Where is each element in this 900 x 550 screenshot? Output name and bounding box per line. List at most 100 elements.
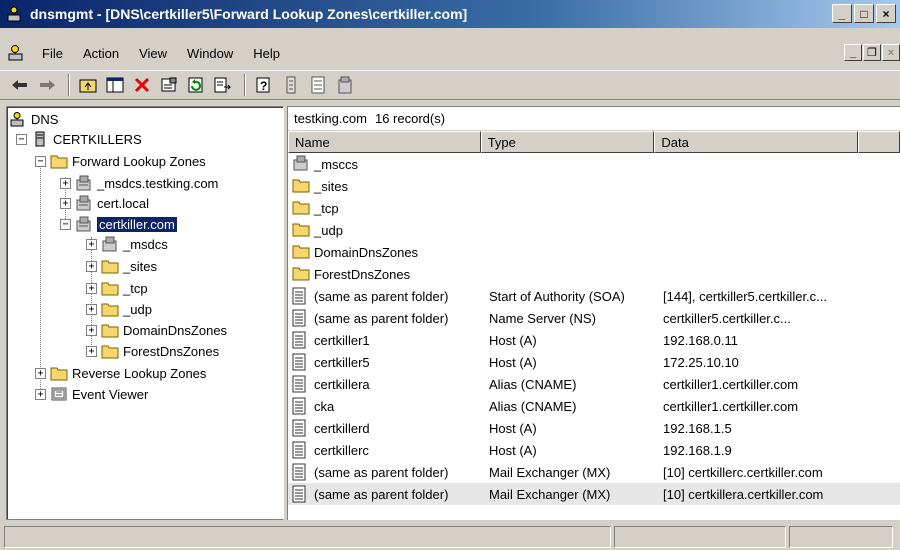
properties-icon <box>161 77 177 92</box>
record-row[interactable]: (same as parent folder) Mail Exchanger (M… <box>288 461 900 483</box>
expand-icon[interactable]: + <box>86 282 97 294</box>
record-data: certkiller1.certkiller.com <box>663 376 799 392</box>
help-button[interactable]: ? <box>252 73 276 97</box>
tree-item-subfolder[interactable]: + DomainDnsZones <box>86 320 227 340</box>
column-header-data[interactable]: Data <box>654 131 859 153</box>
record-type: Mail Exchanger (MX) <box>489 486 611 502</box>
tree-item-event-viewer[interactable]: + Event Viewer <box>35 384 148 404</box>
record-name-cell: certkillera <box>288 375 485 393</box>
menu-action[interactable]: Action <box>73 46 129 61</box>
zone-icon <box>292 155 310 173</box>
title-bar[interactable]: dnsmgmt - [DNS\certkiller5\Forward Looku… <box>0 0 900 28</box>
maximize-icon: □ <box>860 6 868 21</box>
tree-item-zone[interactable]: + _msdcs.testking.com <box>60 173 218 193</box>
refresh-button[interactable] <box>184 73 208 97</box>
tree-item-subfolder[interactable]: + _tcp <box>86 278 148 298</box>
record-name: certkiller5 <box>314 354 370 370</box>
tree-item-zone[interactable]: + cert.local <box>60 193 149 213</box>
expand-icon[interactable]: + <box>86 238 97 250</box>
record-row[interactable]: ForestDnsZones <box>288 263 900 285</box>
record-row[interactable]: _msccs <box>288 153 900 175</box>
tree-item-server[interactable]: − CERTKILLERS <box>16 129 142 149</box>
collapse-icon[interactable]: − <box>16 133 27 145</box>
dns-app-icon <box>6 5 24 23</box>
record-row[interactable]: certkillerd Host (A) 192.168.1.5 <box>288 417 900 439</box>
record-name-cell: (same as parent folder) <box>288 463 485 481</box>
record-type: Alias (CNAME) <box>489 398 577 414</box>
close-button[interactable]: × <box>876 4 896 23</box>
tree-item-forward-lookup-zones[interactable]: − Forward Lookup Zones <box>35 151 206 171</box>
list-view-button[interactable] <box>279 73 303 97</box>
expand-icon[interactable]: + <box>60 197 71 209</box>
record-list: _msccs _sites _tcp _udp DomainDnsZones Forest… <box>288 153 900 505</box>
record-row[interactable]: cka Alias (CNAME) certkiller1.certkiller.c… <box>288 395 900 417</box>
record-row[interactable]: certkiller1 Host (A) 192.168.0.11 <box>288 329 900 351</box>
tree-item-dns[interactable]: DNS <box>9 109 58 129</box>
record-name-cell: cka <box>288 397 485 415</box>
expand-icon[interactable]: + <box>86 303 97 315</box>
zone-button[interactable] <box>333 73 357 97</box>
list-icon <box>286 76 296 94</box>
up-one-level-button[interactable] <box>76 73 100 97</box>
tree-label: DomainDnsZones <box>123 322 228 338</box>
menu-window[interactable]: Window <box>177 46 243 61</box>
record-name: certkillera <box>314 376 370 392</box>
menu-help[interactable]: Help <box>243 46 290 61</box>
export-list-button[interactable] <box>211 73 235 97</box>
minimize-button[interactable]: _ <box>832 4 852 23</box>
expand-icon[interactable]: + <box>86 324 97 336</box>
record-row[interactable]: (same as parent folder) Name Server (NS) c… <box>288 307 900 329</box>
record-count: 16 record(s) <box>374 111 446 126</box>
tree-item-subfolder[interactable]: + ForestDnsZones <box>86 341 219 361</box>
record-row[interactable]: _udp <box>288 219 900 241</box>
forward-button[interactable] <box>35 73 59 97</box>
record-row[interactable]: _sites <box>288 175 900 197</box>
column-header-type[interactable]: Type <box>480 131 655 153</box>
tree-item-reverse-lookup-zones[interactable]: + Reverse Lookup Zones <box>35 363 206 383</box>
tree-item-subfolder[interactable]: + _msdcs <box>86 234 168 254</box>
column-label: Data <box>661 134 689 150</box>
show-hide-tree-button[interactable] <box>103 73 127 97</box>
record-row[interactable]: (same as parent folder) Start of Authorit… <box>288 285 900 307</box>
maximize-button[interactable]: □ <box>854 4 874 23</box>
collapse-icon[interactable]: − <box>60 218 71 230</box>
record-row[interactable]: (same as parent folder) Mail Exchanger (M… <box>288 483 900 505</box>
mmc-document-icon[interactable] <box>6 43 26 63</box>
expand-icon[interactable]: + <box>35 388 46 400</box>
record-icon <box>292 441 310 459</box>
expand-icon[interactable]: + <box>86 260 97 272</box>
record-name-cell: certkiller1 <box>288 331 485 349</box>
record-name: (same as parent folder) <box>314 486 449 502</box>
menu-view[interactable]: View <box>129 46 177 61</box>
tree-label: Event Viewer <box>72 386 149 402</box>
collapse-icon[interactable]: − <box>35 155 46 167</box>
record-row[interactable]: _tcp <box>288 197 900 219</box>
tree-item-zone-selected[interactable]: − certkiller.com <box>60 214 177 234</box>
column-header-name[interactable]: Name <box>288 131 481 153</box>
record-name-cell: (same as parent folder) <box>288 309 485 327</box>
doc-minimize-button[interactable]: _ <box>844 44 862 61</box>
expand-icon[interactable]: + <box>86 345 97 357</box>
details-view-button[interactable] <box>306 73 330 97</box>
forward-arrow-icon <box>40 80 55 90</box>
status-panel <box>614 526 787 548</box>
record-row[interactable]: certkillerc Host (A) 192.168.1.9 <box>288 439 900 461</box>
record-row[interactable]: DomainDnsZones <box>288 241 900 263</box>
tree-item-subfolder[interactable]: + _sites <box>86 256 157 276</box>
record-row[interactable]: certkillera Alias (CNAME) certkiller1.cert… <box>288 373 900 395</box>
expand-icon[interactable]: + <box>60 177 71 189</box>
menu-file[interactable]: File <box>32 46 73 61</box>
doc-restore-button[interactable]: ❐ <box>863 44 881 61</box>
doc-close-button[interactable]: × <box>882 44 900 61</box>
back-button[interactable] <box>8 73 32 97</box>
up-folder-icon <box>79 79 97 93</box>
properties-button[interactable] <box>157 73 181 97</box>
records-pane[interactable]: testking.com 16 record(s) Name Type Data… <box>287 106 900 520</box>
expand-icon[interactable]: + <box>35 367 46 379</box>
record-row[interactable]: certkiller5 Host (A) 172.25.10.10 <box>288 351 900 373</box>
tree-pane[interactable]: DNS − CERTKILLERS − Forward Lookup Zones… <box>6 106 284 520</box>
record-name-cell: _msccs <box>288 155 485 173</box>
tree-item-subfolder[interactable]: + _udp <box>86 299 152 319</box>
tree-label: _udp <box>123 301 152 317</box>
delete-button[interactable] <box>130 73 154 97</box>
